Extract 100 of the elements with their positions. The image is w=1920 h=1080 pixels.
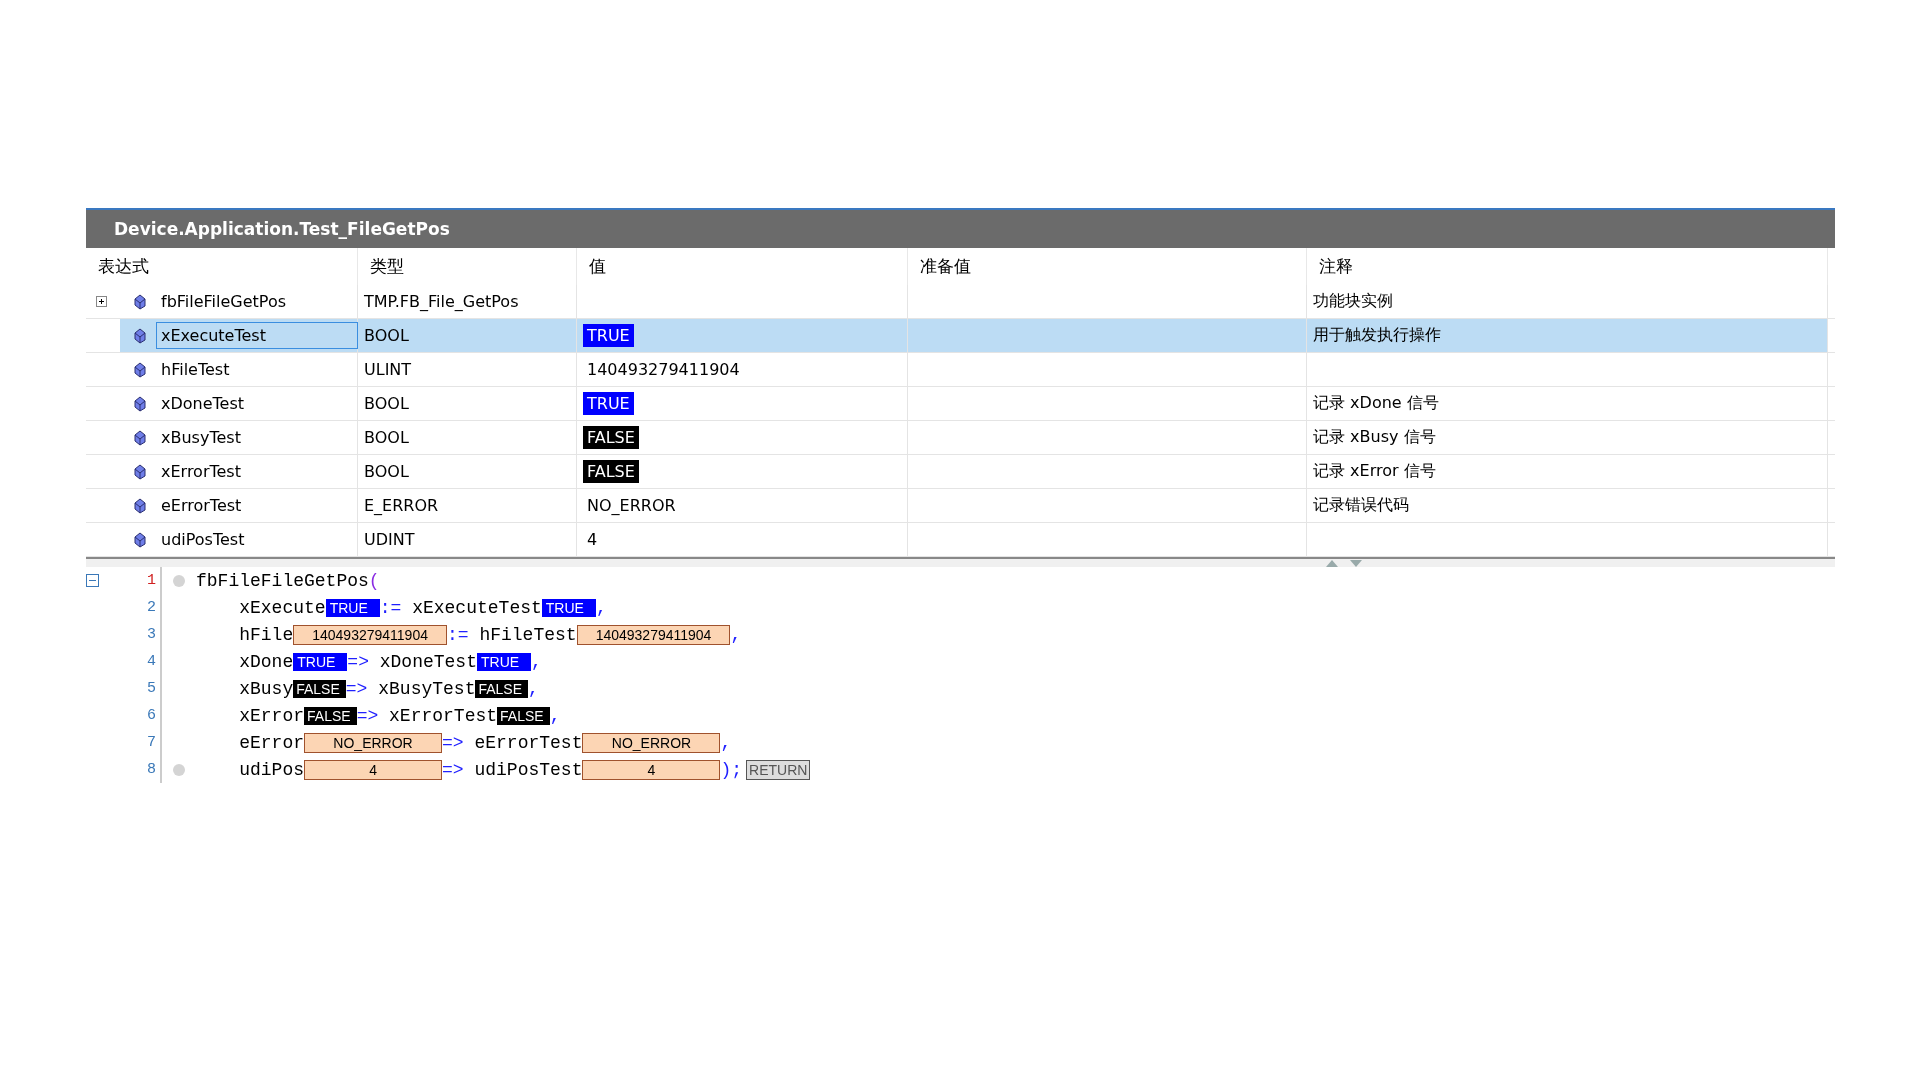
value-cell: FALSE [583,426,639,449]
line-number: 6 [147,707,156,724]
expression-cell: xExecuteTest [156,322,358,349]
type-cell: TMP.FB_File_GetPos [358,285,577,318]
return-marker: RETURN [746,759,811,780]
code-operator: => [356,705,379,726]
type-cell: UDINT [358,523,577,556]
code-operator: := [379,597,402,618]
code-operator: , [730,624,742,645]
code-text: eError [238,732,305,753]
code-operator: := [447,624,469,645]
table-row[interactable]: xBusyTest BOOL FALSE 记录 xBusy 信号 [86,421,1835,455]
column-header[interactable]: 值 [577,248,908,285]
monitor-value: FALSE [497,706,550,725]
code-text: xBusyTest [377,678,476,699]
table-row[interactable]: eErrorTest E_ERROR NO_ERROR 记录错误代码 [86,489,1835,523]
code-text: xBusy [238,678,294,699]
monitor-value: TRUE [325,598,380,617]
code-operator: => [345,678,368,699]
line-number: 3 [147,626,156,643]
breakpoint-position-icon[interactable] [172,573,186,588]
line-number: 8 [147,761,156,778]
monitor-value: 4 [304,759,443,780]
comment-cell: 记录 xError 信号 [1313,461,1436,482]
type-cell: ULINT [358,353,577,386]
monitor-value: 140493279411904 [293,624,447,645]
monitor-value: NO_ERROR [582,732,721,753]
code-text: eErrorTest [473,732,583,753]
collapse-icon[interactable] [86,574,99,587]
expression-cell-text: hFileTest [160,359,231,381]
comment-cell: 记录 xBusy 信号 [1313,427,1436,448]
expression-cell-text: udiPosTest [160,529,246,551]
expand-icon[interactable] [96,296,107,307]
column-header[interactable]: 准备值 [908,248,1307,285]
variable-icon [134,293,146,310]
variable-icon [134,327,146,344]
comment-cell: 记录 xDone 信号 [1313,393,1439,414]
table-row[interactable]: xErrorTest BOOL FALSE 记录 xError 信号 [86,455,1835,489]
type-cell: E_ERROR [358,489,577,522]
line-number: 2 [147,599,156,616]
code-operator: , [549,705,561,726]
value-cell: FALSE [583,460,639,483]
code-text: xDoneTest [378,651,477,672]
code-text: xError [238,705,305,726]
column-header[interactable]: 类型 [358,248,577,285]
code-text: xDone [238,651,294,672]
table-row[interactable]: hFileTest ULINT 140493279411904 [86,353,1835,387]
monitor-value: TRUE [541,598,596,617]
value-cell: TRUE [583,324,634,347]
code-text: hFileTest [478,624,577,645]
breakpoint-position-icon[interactable] [172,762,186,777]
variable-icon [134,429,146,446]
table-row[interactable]: xExecuteTest BOOL TRUE 用于触发执行操作 [86,319,1835,353]
type-cell: BOOL [358,319,577,352]
type-cell: BOOL [358,387,577,420]
comment-cell: 用于触发执行操作 [1313,325,1441,346]
monitor-value: 140493279411904 [576,624,731,645]
value-cell-text: 140493279411904 [586,359,741,381]
expression-cell-text: fbFileFileGetPos [160,291,288,313]
type-cell: BOOL [358,421,577,454]
line-number: 7 [147,734,156,751]
column-header[interactable]: 注释 [1307,248,1828,285]
code-operator: , [531,651,542,672]
code-text: fbFileFileGetPos [196,570,369,591]
monitor-value: FALSE [304,706,357,725]
value-cell-text: 4 [586,529,599,551]
expression-cell-text: eErrorTest [160,495,243,517]
expression-cell-text: xDoneTest [160,393,246,415]
collapse-down-icon[interactable] [1350,559,1362,567]
monitor-value: FALSE [475,679,529,698]
monitor-value: NO_ERROR [304,732,443,753]
code-text: xErrorTest [388,705,498,726]
code-operator: => [442,732,464,753]
code-operator: ); [720,759,743,780]
monitor-value: 4 [582,759,721,780]
type-cell: BOOL [358,455,577,488]
code-text: hFile [238,624,294,645]
value-cell-text: NO_ERROR [586,495,677,517]
column-header[interactable]: 表达式 [86,248,358,285]
code-operator: , [528,678,539,699]
expression-cell-text: xErrorTest [160,461,242,483]
code-operator: ( [368,570,380,591]
variable-icon [134,463,146,480]
monitor-value: FALSE [293,679,346,698]
panel-title: Device.Application.Test_FileGetPos [86,208,1835,248]
line-number: 5 [147,680,156,697]
comment-cell: 记录错误代码 [1313,495,1409,516]
table-row[interactable]: xDoneTest BOOL TRUE 记录 xDone 信号 [86,387,1835,421]
expression-cell-text: xBusyTest [160,427,242,449]
variable-icon [134,361,146,378]
code-operator: , [720,732,732,753]
collapse-up-icon[interactable] [1326,559,1338,567]
variable-icon [134,395,146,412]
monitor-value: TRUE [293,652,348,671]
variable-icon [134,531,146,548]
line-number: 1 [147,572,156,589]
variable-icon [134,497,146,514]
code-operator: => [442,759,464,780]
monitor-value: TRUE [477,652,532,671]
splitter-bar[interactable] [86,557,1835,567]
